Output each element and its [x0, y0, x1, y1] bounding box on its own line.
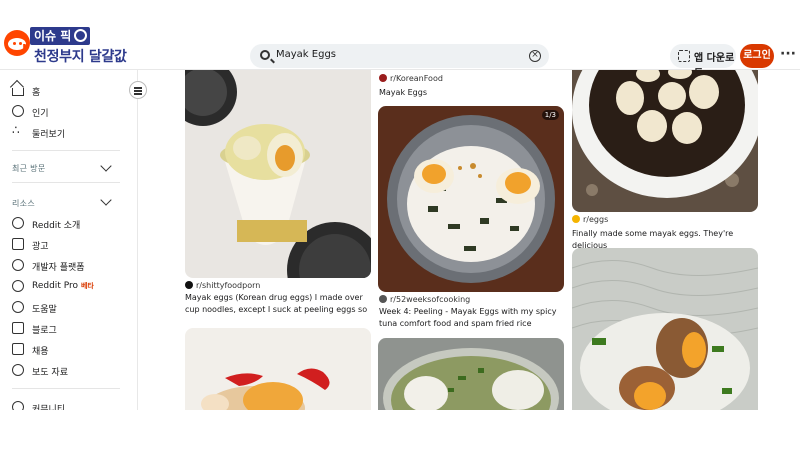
sidebar-divider	[12, 182, 120, 183]
careers-icon	[12, 343, 24, 355]
sidebar-item-press[interactable]: 보도 자료	[12, 362, 127, 380]
post-subreddit[interactable]: r/52weeksofcooking	[379, 295, 470, 304]
chevron-down-icon[interactable]	[100, 160, 112, 172]
post-title[interactable]: Week 4: Peeling - Mayak Eggs with my spi…	[379, 306, 565, 332]
subreddit-avatar-icon	[185, 281, 193, 289]
help-icon	[12, 301, 24, 313]
post-image[interactable]	[378, 338, 564, 410]
cup-noodle-egg-image	[185, 70, 371, 278]
post-subreddit[interactable]: r/shittyfoodporn	[185, 281, 260, 290]
post-subreddit[interactable]: r/eggs	[572, 215, 608, 224]
sidebar-item-label: Reddit 소개	[32, 221, 81, 231]
explore-icon	[12, 123, 24, 138]
sidebar-item-label: 보도 자료	[32, 368, 68, 378]
check-icon	[74, 29, 87, 42]
post-image[interactable]	[185, 70, 371, 278]
sidebar-item-label: 광고	[32, 242, 49, 252]
left-sidebar: 홈 인기 둘러보기 최근 방문 리소스 Reddit 소개 광고 개발자 플랫폼	[0, 70, 138, 450]
sidebar-item-careers[interactable]: 채용	[12, 341, 127, 359]
reddit-about-icon	[12, 217, 24, 229]
sidebar-divider	[12, 388, 120, 389]
beta-badge: 베타	[80, 282, 94, 290]
resources-section-label[interactable]: 리소스	[12, 198, 35, 209]
sidebar-divider	[12, 150, 120, 151]
sidebar-item-explore[interactable]: 둘러보기	[12, 123, 127, 142]
sidebar-item-reddit-about[interactable]: Reddit 소개	[12, 215, 127, 233]
search-input[interactable]: Mayak Eggs	[276, 49, 336, 60]
app-download-button[interactable]: 앱 다운로드	[670, 44, 736, 79]
sidebar-item-label: 홈	[32, 88, 41, 98]
login-button[interactable]: 로그인	[740, 44, 774, 68]
sidebar-item-reddit-pro[interactable]: Reddit Pro 베타	[12, 278, 127, 296]
chevron-down-icon[interactable]	[100, 194, 112, 206]
marinated-eggs-bowl-image	[572, 70, 758, 212]
sidebar-item-ads[interactable]: 광고	[12, 236, 127, 254]
post-subreddit[interactable]: r/KoreanFood	[379, 74, 443, 83]
glass-plate-eggs-image	[572, 248, 758, 410]
sidebar-item-home[interactable]: 홈	[12, 82, 127, 100]
sidebar-item-label: 둘러보기	[32, 130, 66, 140]
sidebar-item-label: 인기	[32, 109, 49, 119]
pro-icon	[12, 280, 24, 292]
sidebar-item-developer[interactable]: 개발자 플랫폼	[12, 257, 127, 275]
sidebar-item-label: 도움말	[32, 305, 57, 315]
post-image[interactable]: 1/3	[378, 106, 564, 292]
soup-egg-image	[378, 338, 564, 410]
sidebar-item-label: 채용	[32, 347, 49, 357]
subreddit-avatar-icon	[572, 215, 580, 223]
bottom-letterbox	[0, 410, 800, 450]
clear-search-icon[interactable]: ×	[529, 50, 541, 62]
eggs-plate-image	[185, 328, 371, 410]
post-title[interactable]: Mayak eggs (Korean drug eggs) I made ove…	[185, 292, 371, 318]
home-icon	[12, 88, 24, 96]
rice-bowl-egg-image	[378, 106, 564, 292]
sidebar-item-label: 블로그	[32, 326, 57, 336]
subreddit-avatar-icon	[379, 74, 387, 82]
sidebar-item-popular[interactable]: 인기	[12, 103, 127, 121]
banner-title: 천정부지 달걀값	[34, 49, 127, 65]
post-image[interactable]	[572, 248, 758, 410]
blog-icon	[12, 322, 24, 334]
press-icon	[12, 364, 24, 376]
gallery-count-badge: 1/3	[541, 110, 559, 120]
sidebar-item-label: 개발자 플랫폼	[32, 263, 85, 273]
megaphone-icon	[12, 238, 24, 250]
recent-section-label[interactable]: 최근 방문	[12, 163, 45, 174]
menu-toggle-icon[interactable]	[129, 81, 147, 99]
post-image[interactable]	[185, 328, 371, 410]
reddit-window: r 이슈 픽 천정부지 달걀값 Mayak Eggs × 앱 다운로드 로그인 …	[0, 0, 800, 450]
post-title[interactable]: Mayak Eggs	[379, 87, 565, 99]
qr-icon	[678, 50, 690, 62]
logo-letter: r	[22, 40, 29, 56]
popular-icon	[12, 105, 24, 117]
sidebar-item-help[interactable]: 도움말	[12, 299, 127, 317]
developer-icon	[12, 259, 24, 271]
search-bar[interactable]: Mayak Eggs ×	[250, 44, 549, 68]
more-options-icon[interactable]: ···	[780, 47, 796, 64]
post-image[interactable]	[572, 70, 758, 212]
sidebar-item-label: Reddit Pro	[32, 281, 78, 291]
search-icon	[260, 50, 270, 60]
subreddit-avatar-icon	[379, 295, 387, 303]
sidebar-item-blog[interactable]: 블로그	[12, 320, 127, 338]
top-header: r 이슈 픽 천정부지 달걀값 Mayak Eggs × 앱 다운로드 로그인 …	[0, 0, 800, 79]
